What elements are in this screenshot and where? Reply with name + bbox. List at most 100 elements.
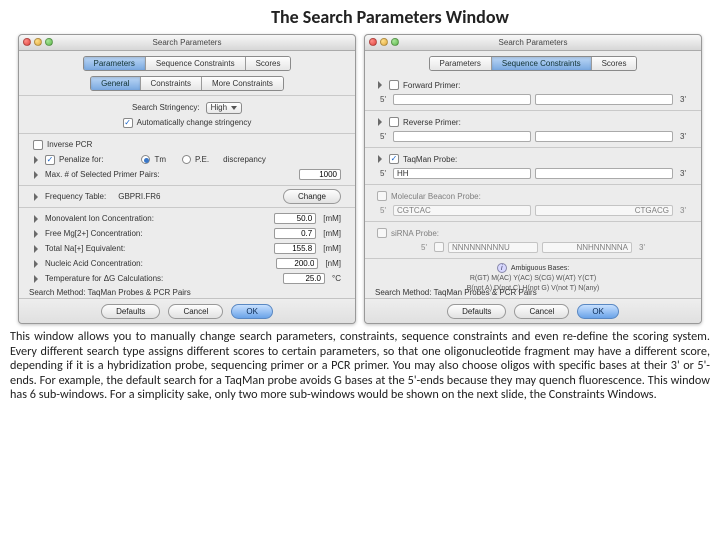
inverse-pcr-checkbox[interactable] bbox=[33, 140, 43, 150]
search-method-value: TaqMan Probes & PCR Pairs bbox=[434, 288, 537, 297]
mono-label: Monovalent Ion Concentration: bbox=[45, 214, 154, 223]
reverse-primer-checkbox[interactable] bbox=[389, 117, 399, 127]
disclosure-icon[interactable] bbox=[377, 155, 385, 163]
disclosure-icon[interactable] bbox=[33, 156, 41, 164]
taqman-5-input[interactable]: HH bbox=[393, 168, 531, 179]
disclosure-icon[interactable] bbox=[33, 215, 41, 223]
close-icon[interactable] bbox=[369, 38, 377, 46]
main-tabs: Parameters Sequence Constraints Scores bbox=[83, 56, 292, 71]
na-label: Total Na[+] Equivalent: bbox=[45, 244, 125, 253]
cancel-button[interactable]: Cancel bbox=[168, 304, 223, 319]
disclosure-icon[interactable] bbox=[33, 193, 41, 201]
sirna-5-input: NNNNNNNNNU bbox=[448, 242, 538, 253]
molbeacon-checkbox[interactable] bbox=[377, 191, 387, 201]
stringency-select[interactable]: High bbox=[206, 102, 242, 114]
tab-parameters[interactable]: Parameters bbox=[430, 57, 492, 70]
nuc-label: Nucleic Acid Concentration: bbox=[45, 259, 143, 268]
mg-input[interactable] bbox=[274, 228, 316, 239]
disclosure-icon[interactable] bbox=[33, 230, 41, 238]
stringency-label: Search Stringency: bbox=[132, 103, 200, 112]
reverse-3-input[interactable] bbox=[535, 131, 673, 142]
penalize-checkbox[interactable] bbox=[45, 155, 55, 165]
ok-button[interactable]: OK bbox=[577, 304, 619, 319]
mono-input[interactable] bbox=[274, 213, 316, 224]
reverse-primer-label: Reverse Primer: bbox=[403, 118, 461, 127]
tab-scores[interactable]: Scores bbox=[246, 57, 291, 70]
reverse-5-input[interactable] bbox=[393, 131, 531, 142]
auto-change-checkbox[interactable] bbox=[123, 118, 133, 128]
lock-icon bbox=[434, 242, 444, 252]
na-input[interactable] bbox=[274, 243, 316, 254]
three-prime-label: 3' bbox=[677, 169, 689, 178]
search-method-value: TaqMan Probes & PCR Pairs bbox=[88, 288, 191, 297]
minimize-icon[interactable] bbox=[380, 38, 388, 46]
molbeacon-3-input: CTGACG bbox=[535, 205, 673, 216]
ok-button[interactable]: OK bbox=[231, 304, 273, 319]
sirna-3-input: NNHNNNNNA bbox=[542, 242, 632, 253]
chevron-down-icon bbox=[231, 106, 237, 110]
tab-constraints[interactable]: Constraints bbox=[141, 77, 202, 90]
minimize-icon[interactable] bbox=[34, 38, 42, 46]
tab-sequence-constraints[interactable]: Sequence Constraints bbox=[146, 57, 246, 70]
stringency-value: High bbox=[211, 103, 227, 112]
molbeacon-label: Molecular Beacon Probe: bbox=[391, 192, 481, 201]
ambiguous-bases-header: iAmbiguous Bases: bbox=[377, 263, 689, 273]
penalize-label: Penalize for: bbox=[59, 155, 103, 164]
temp-input[interactable] bbox=[283, 273, 325, 284]
zoom-icon[interactable] bbox=[391, 38, 399, 46]
titlebar: Search Parameters bbox=[19, 35, 355, 51]
disclosure-icon[interactable] bbox=[33, 260, 41, 268]
five-prime-label: 5' bbox=[377, 95, 389, 104]
freq-table-value: GBPRI.FR6 bbox=[118, 192, 160, 201]
tab-more-constraints[interactable]: More Constraints bbox=[202, 77, 283, 90]
defaults-button[interactable]: Defaults bbox=[101, 304, 160, 319]
penalize-pe-label: P.E. bbox=[195, 155, 209, 164]
penalize-tm-radio[interactable] bbox=[141, 155, 150, 164]
window-title: Search Parameters bbox=[499, 38, 568, 47]
taqman-label: TaqMan Probe: bbox=[403, 155, 457, 164]
sirna-checkbox[interactable] bbox=[377, 228, 387, 238]
cancel-button[interactable]: Cancel bbox=[514, 304, 569, 319]
page-title: The Search Parameters Window bbox=[210, 6, 570, 28]
zoom-icon[interactable] bbox=[45, 38, 53, 46]
disclosure-icon[interactable] bbox=[33, 245, 41, 253]
penalize-tm-label: Tm bbox=[154, 155, 166, 164]
search-method-label: Search Method: bbox=[29, 288, 85, 297]
disclosure-icon[interactable] bbox=[33, 171, 41, 179]
main-tabs: Parameters Sequence Constraints Scores bbox=[429, 56, 638, 71]
max-pairs-input[interactable] bbox=[299, 169, 341, 180]
tab-general[interactable]: General bbox=[91, 77, 140, 90]
sirna-label: siRNA Probe: bbox=[391, 229, 439, 238]
tab-sequence-constraints[interactable]: Sequence Constraints bbox=[492, 57, 592, 70]
discrepancy-label: discrepancy bbox=[223, 155, 266, 164]
ambiguous-bases-line1: R(GT) M(AC) Y(AC) S(CG) W(AT) Y(CT) bbox=[377, 274, 689, 283]
close-icon[interactable] bbox=[23, 38, 31, 46]
search-method-label: Search Method: bbox=[375, 288, 431, 297]
tab-parameters[interactable]: Parameters bbox=[84, 57, 146, 70]
max-pairs-label: Max. # of Selected Primer Pairs: bbox=[45, 170, 160, 179]
taqman-3-input[interactable] bbox=[535, 168, 673, 179]
penalize-pe-radio[interactable] bbox=[182, 155, 191, 164]
mono-unit: [mM] bbox=[323, 214, 341, 223]
taqman-checkbox[interactable] bbox=[389, 154, 399, 164]
disclosure-icon[interactable] bbox=[377, 81, 385, 89]
change-button[interactable]: Change bbox=[283, 189, 341, 204]
freq-table-label: Frequency Table: bbox=[45, 192, 106, 201]
forward-3-input[interactable] bbox=[535, 94, 673, 105]
tab-scores[interactable]: Scores bbox=[592, 57, 637, 70]
three-prime-label: 3' bbox=[677, 95, 689, 104]
disclosure-icon[interactable] bbox=[33, 275, 41, 283]
nuc-unit: [nM] bbox=[325, 259, 341, 268]
forward-5-input[interactable] bbox=[393, 94, 531, 105]
temp-unit: °C bbox=[332, 274, 341, 283]
forward-primer-label: Forward Primer: bbox=[403, 81, 460, 90]
disclosure-icon[interactable] bbox=[377, 118, 385, 126]
search-parameters-window-left: Search Parameters Parameters Sequence Co… bbox=[18, 34, 356, 324]
defaults-button[interactable]: Defaults bbox=[447, 304, 506, 319]
info-icon: i bbox=[497, 263, 507, 273]
forward-primer-checkbox[interactable] bbox=[389, 80, 399, 90]
nuc-input[interactable] bbox=[276, 258, 318, 269]
three-prime-label: 3' bbox=[636, 243, 648, 252]
sub-tabs: General Constraints More Constraints bbox=[90, 76, 284, 91]
window-title: Search Parameters bbox=[153, 38, 222, 47]
